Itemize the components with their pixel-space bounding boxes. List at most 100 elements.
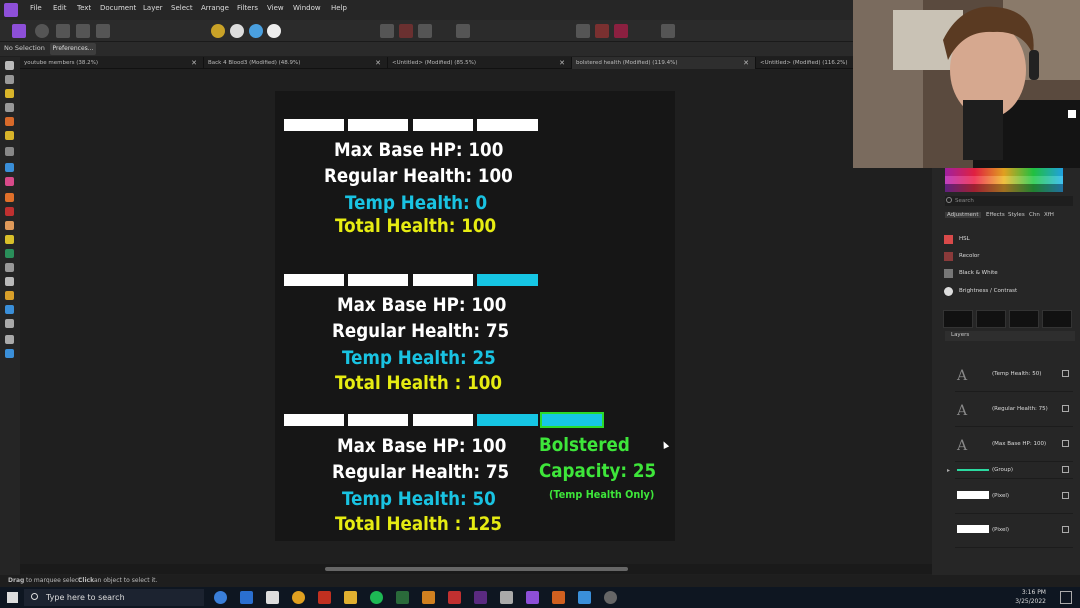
liquify-persona-icon[interactable]	[35, 24, 49, 38]
notepad-icon[interactable]	[500, 591, 513, 604]
tab-back-4-blood[interactable]: Back 4 Blood3 (Modified) (48.9%) ✕	[204, 57, 388, 69]
close-icon[interactable]: ✕	[743, 57, 749, 69]
menu-filters[interactable]: Filters	[237, 4, 258, 12]
hand-tool-icon[interactable]	[5, 335, 14, 344]
color-picker-icon[interactable]	[5, 89, 14, 98]
adjustment-search-input[interactable]: Search	[945, 196, 1073, 206]
tab-styles[interactable]: Styles	[1008, 212, 1025, 218]
tab-untitled-1[interactable]: <Untitled> (Modified) (85.5%) ✕	[388, 57, 572, 69]
app-icon[interactable]	[396, 591, 409, 604]
close-icon[interactable]: ✕	[375, 57, 381, 69]
preset-thumbnail[interactable]	[1009, 310, 1039, 328]
adjustment-hsl[interactable]: HSL	[940, 232, 1075, 248]
affinity-photo-icon[interactable]	[526, 591, 539, 604]
preferences-button[interactable]: Preferences...	[50, 43, 96, 55]
view-tool-icon[interactable]	[5, 61, 14, 70]
snapping-icon[interactable]	[595, 24, 609, 38]
layer-group[interactable]: (Group)	[955, 462, 1073, 479]
dodge-brush-icon[interactable]	[5, 235, 14, 244]
tab-channels[interactable]: Chn	[1029, 212, 1040, 218]
preset-thumbnail[interactable]	[976, 310, 1006, 328]
gradient-tool-icon[interactable]	[5, 177, 14, 186]
snapping-options-icon[interactable]	[614, 24, 628, 38]
menu-edit[interactable]: Edit	[53, 4, 67, 12]
color-swatch-grid[interactable]	[945, 168, 1063, 192]
app-icon[interactable]	[422, 591, 435, 604]
auto-contrast-icon[interactable]	[230, 24, 244, 38]
artboard[interactable]: Max Base HP: 100 Regular Health: 100 Tem…	[275, 91, 675, 541]
media-icon[interactable]	[318, 591, 331, 604]
align-icon[interactable]	[456, 24, 470, 38]
adjustment-brightness-contrast[interactable]: Brightness / Contrast	[940, 284, 1075, 300]
grid-icon[interactable]	[576, 24, 590, 38]
visibility-checkbox[interactable]	[1062, 526, 1069, 533]
tab-untitled-2[interactable]: <Untitled> (Modified) (116.2%)	[756, 57, 856, 69]
photo-persona-icon[interactable]	[12, 24, 26, 38]
horizontal-scrollbar[interactable]	[20, 564, 932, 574]
menu-file[interactable]: File	[30, 4, 42, 12]
marquee-tool-icon[interactable]	[5, 147, 14, 156]
windows-start-icon[interactable]	[7, 592, 18, 603]
close-icon[interactable]: ✕	[191, 57, 197, 69]
export-persona-icon[interactable]	[96, 24, 110, 38]
zoom-tool-icon[interactable]	[5, 349, 14, 358]
move-tool-icon[interactable]	[5, 75, 14, 84]
visibility-checkbox[interactable]	[1062, 405, 1069, 412]
file-explorer-icon[interactable]	[344, 591, 357, 604]
text-tool-icon[interactable]	[5, 319, 14, 328]
tab-transform[interactable]: XfH	[1044, 212, 1054, 218]
menu-select[interactable]: Select	[171, 4, 193, 12]
expand-chevron-icon[interactable]: ▸	[947, 467, 950, 474]
selection-brush-icon[interactable]	[5, 117, 14, 126]
menu-window[interactable]: Window	[293, 4, 321, 12]
auto-levels-icon[interactable]	[211, 24, 225, 38]
spotify-icon[interactable]	[370, 591, 383, 604]
layer-regular-health[interactable]: A (Regular Health: 75)	[955, 393, 1073, 427]
rectangle-tool-icon[interactable]	[5, 305, 14, 314]
app-icon[interactable]	[448, 591, 461, 604]
tab-youtube-members[interactable]: youtube members (38.2%) ✕	[20, 57, 204, 69]
tab-effects[interactable]: Effects	[986, 212, 1005, 218]
app-icon[interactable]	[604, 591, 617, 604]
menu-document[interactable]: Document	[100, 4, 136, 12]
auto-white-balance-icon[interactable]	[267, 24, 281, 38]
preset-thumbnail[interactable]	[943, 310, 973, 328]
auto-colors-icon[interactable]	[249, 24, 263, 38]
visibility-checkbox[interactable]	[1062, 440, 1069, 447]
mail-icon[interactable]	[240, 591, 253, 604]
menu-layer[interactable]: Layer	[143, 4, 163, 12]
adjustment-recolor[interactable]: Recolor	[940, 249, 1075, 265]
tab-bolstered-health[interactable]: bolstered health (Modified) (119.4%) ✕	[572, 57, 756, 69]
chrome-icon[interactable]	[292, 591, 305, 604]
menu-arrange[interactable]: Arrange	[201, 4, 229, 12]
inpainting-brush-icon[interactable]	[5, 263, 14, 272]
tab-adjustment[interactable]: Adjustment	[945, 212, 981, 218]
paint-brush-icon[interactable]	[5, 193, 14, 202]
tone-mapping-persona-icon[interactable]	[76, 24, 90, 38]
tab-layers[interactable]: Layers	[951, 332, 969, 338]
blur-brush-icon[interactable]	[5, 277, 14, 286]
develop-persona-icon[interactable]	[56, 24, 70, 38]
layer-pixel-1[interactable]: (Pixel)	[955, 480, 1073, 514]
preset-thumbnail[interactable]	[1042, 310, 1072, 328]
clone-brush-icon[interactable]	[5, 249, 14, 258]
app-icon[interactable]	[552, 591, 565, 604]
close-icon[interactable]: ✕	[559, 57, 565, 69]
flood-fill-icon[interactable]	[5, 163, 14, 172]
scrollbar-thumb[interactable]	[325, 567, 628, 571]
menu-help[interactable]: Help	[331, 4, 347, 12]
marquee-ellipse-icon[interactable]	[399, 24, 413, 38]
adjustment-black-white[interactable]: Black & White	[940, 266, 1075, 282]
affinity-logo-icon[interactable]	[4, 3, 18, 17]
visibility-checkbox[interactable]	[1062, 370, 1069, 377]
layer-max-base-hp[interactable]: A (Max Base HP: 100)	[955, 428, 1073, 462]
pixel-tool-icon[interactable]	[5, 207, 14, 216]
app-icon[interactable]	[474, 591, 487, 604]
app-icon[interactable]	[578, 591, 591, 604]
visibility-checkbox[interactable]	[1062, 466, 1069, 473]
pen-tool-icon[interactable]	[5, 291, 14, 300]
assistant-icon[interactable]	[661, 24, 675, 38]
crop-tool-icon[interactable]	[5, 103, 14, 112]
notifications-icon[interactable]	[1060, 591, 1072, 604]
edge-icon[interactable]	[214, 591, 227, 604]
